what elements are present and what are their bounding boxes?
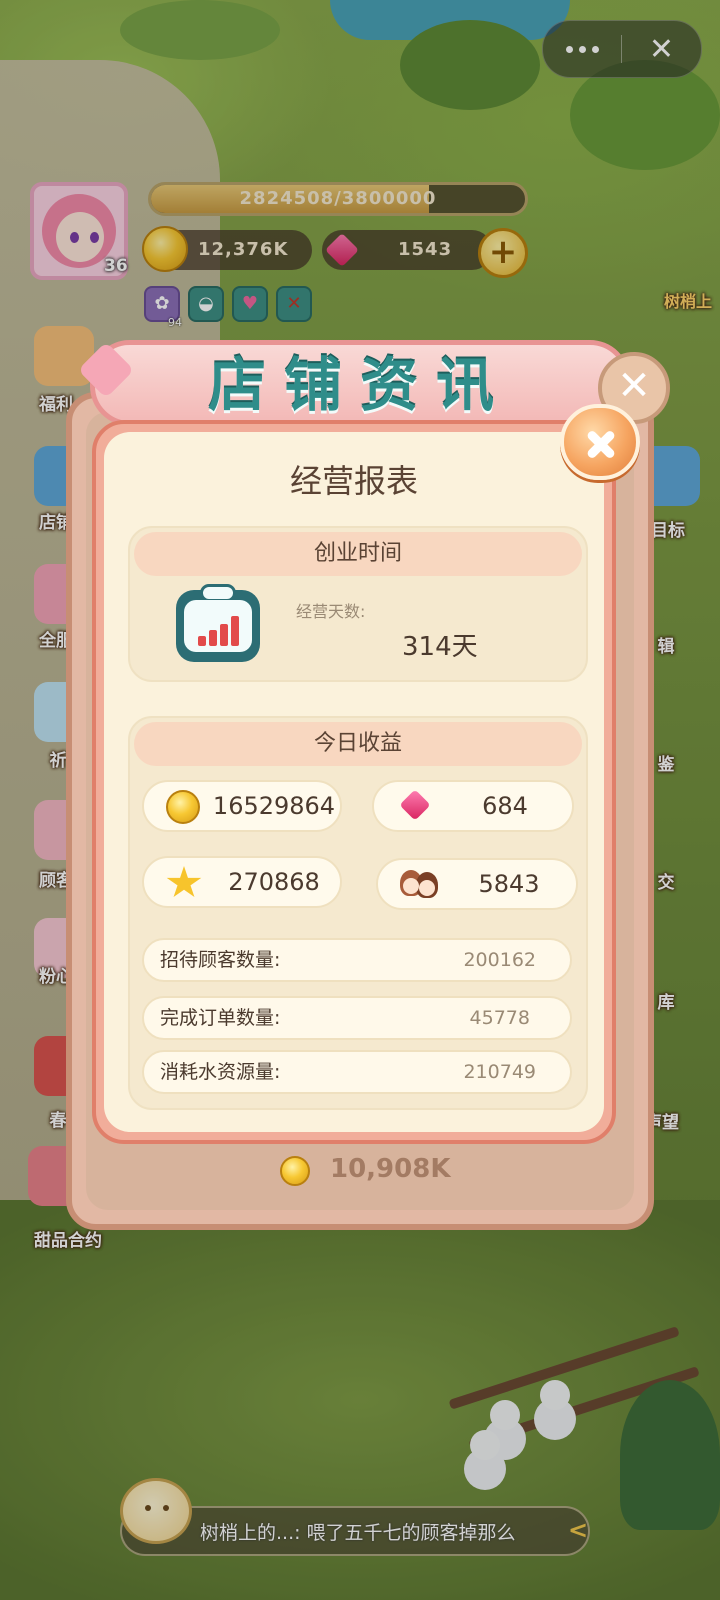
business-report-title: 经营报表	[289, 462, 418, 500]
report-chart-icon-bar	[209, 630, 217, 646]
stat-row-orders-completed: 完成订单数量: 45778	[142, 996, 572, 1040]
report-chart-icon-screen	[184, 600, 252, 652]
report-chart-icon-bar	[220, 624, 228, 646]
stat-value: 45778	[469, 1007, 530, 1029]
coin-icon	[166, 790, 200, 824]
report-chart-icon-bar	[198, 636, 206, 646]
income-stars-value: 270868	[228, 868, 320, 896]
operating-days-label: 经营天数:	[296, 602, 366, 621]
customer-face	[419, 880, 435, 896]
stat-label: 招待顾客数量:	[160, 949, 281, 971]
report-chart-icon	[176, 584, 260, 662]
operating-days-value: 314天	[402, 632, 478, 662]
income-customers: 5843	[376, 858, 578, 910]
stat-row-water-consumed: 消耗水资源量: 210749	[142, 1050, 572, 1094]
income-gems: 684	[372, 780, 574, 832]
startup-time-header: 创业时间	[134, 532, 582, 576]
gem-icon	[399, 789, 431, 821]
income-gems-value: 684	[482, 792, 528, 820]
stat-value: 200162	[463, 949, 536, 971]
close-button[interactable]	[560, 404, 640, 480]
income-stars: 270868	[142, 856, 342, 908]
customers-icon	[400, 870, 440, 902]
income-customers-value: 5843	[478, 870, 540, 898]
shop-info-coin-value: 10,908K	[330, 1154, 451, 1184]
income-coins-value: 16529864	[212, 792, 336, 820]
stat-row-customers-served: 招待顾客数量: 200162	[142, 938, 572, 982]
today-income-header: 今日收益	[134, 722, 582, 766]
report-chart-icon-bar	[231, 616, 239, 646]
stat-value: 210749	[463, 1061, 536, 1083]
customer-face	[403, 878, 419, 894]
stat-label: 消耗水资源量:	[160, 1061, 281, 1083]
stat-label: 完成订单数量:	[160, 1007, 281, 1029]
star-icon	[166, 866, 202, 897]
coin-icon	[280, 1156, 310, 1186]
income-coins: 16529864	[142, 780, 342, 832]
